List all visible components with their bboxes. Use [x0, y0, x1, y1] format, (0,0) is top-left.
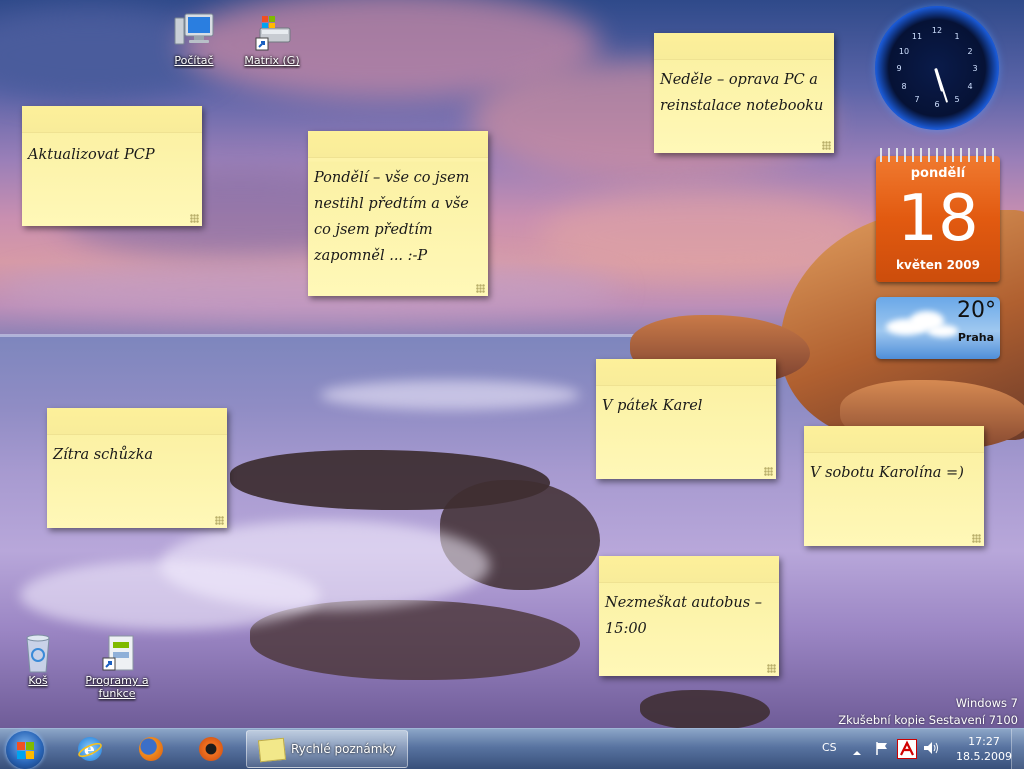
- desktop-icon-label: Programy a funkce: [85, 674, 149, 700]
- clock-number: 3: [972, 64, 978, 73]
- clock-date: 18.5.2009: [956, 750, 1012, 763]
- clock-number: 11: [911, 32, 923, 41]
- note-text[interactable]: Neděle – oprava PC a reinstalace noteboo…: [660, 67, 826, 119]
- windows-watermark: Windows 7 Zkušební kopie Sestavení 7100: [838, 695, 1018, 728]
- taskbar-task-sticky-notes[interactable]: Rychlé poznámky: [246, 730, 408, 768]
- note-text[interactable]: V pátek Karel: [602, 393, 768, 419]
- resize-grip-icon[interactable]: [215, 516, 224, 525]
- programs-features-icon: [95, 632, 139, 672]
- foam: [20, 560, 320, 630]
- desktop: Počítač Matrix (G) Koš Programy a funkce…: [0, 0, 1024, 728]
- calendar-day-name: pondělí: [910, 166, 966, 181]
- recycle-bin-icon: [16, 632, 60, 673]
- sticky-note[interactable]: V pátek Karel: [596, 359, 776, 479]
- clock-number: 6: [934, 100, 940, 109]
- action-center-flag-icon[interactable]: [874, 740, 890, 756]
- note-title-bar[interactable]: [47, 408, 227, 435]
- clock-number: 12: [931, 26, 943, 35]
- desktop-icon-programs[interactable]: Programy a funkce: [82, 632, 152, 700]
- note-title-bar[interactable]: [804, 426, 984, 453]
- resize-grip-icon[interactable]: [767, 664, 776, 673]
- desktop-icon-computer[interactable]: Počítač: [159, 12, 229, 67]
- windows-logo-icon: [17, 742, 25, 750]
- windows-logo-icon: [26, 742, 34, 750]
- taskbar-reason[interactable]: [186, 731, 236, 767]
- sticky-note[interactable]: V sobotu Karolína =): [804, 426, 984, 546]
- clock-number: 5: [954, 95, 960, 104]
- clock-time: 17:27: [968, 735, 1000, 748]
- show-desktop-button[interactable]: [1011, 729, 1024, 769]
- weather-city: Praha: [957, 331, 994, 344]
- clock-number: 2: [967, 47, 973, 56]
- calendar-gadget[interactable]: pondělí 18 květen 2009: [876, 148, 1000, 282]
- note-title-bar[interactable]: [22, 106, 202, 133]
- note-text[interactable]: Aktualizovat PCP: [28, 142, 194, 168]
- show-hidden-icons-icon[interactable]: [852, 743, 862, 755]
- internet-explorer-icon: e: [78, 737, 102, 761]
- sticky-note[interactable]: Nezmeškat autobus – 15:00: [599, 556, 779, 676]
- windows-logo-icon: [26, 751, 34, 759]
- clock-gadget[interactable]: 12 1 2 3 4 5 6 7 8 9 10 11: [875, 6, 999, 130]
- sticky-notes-icon: [257, 737, 287, 763]
- note-title-bar[interactable]: [308, 131, 488, 158]
- firefox-icon: [139, 737, 163, 761]
- clock-number: 10: [898, 47, 910, 56]
- network-drive-icon: [250, 12, 294, 52]
- clock-number: 7: [914, 95, 920, 104]
- clock-number: 1: [954, 32, 960, 41]
- reason-icon: [199, 737, 223, 761]
- foam: [320, 380, 580, 410]
- note-title-bar[interactable]: [654, 33, 834, 60]
- computer-icon: [172, 12, 216, 52]
- resize-grip-icon[interactable]: [822, 141, 831, 150]
- sticky-note[interactable]: Neděle – oprava PC a reinstalace noteboo…: [654, 33, 834, 153]
- taskbar: e Rychlé poznámky CS 17:27 18.5.2009: [0, 728, 1024, 769]
- note-title-bar[interactable]: [596, 359, 776, 386]
- calendar-month-year: květen 2009: [896, 258, 980, 272]
- start-button[interactable]: [6, 731, 44, 769]
- windows-logo-icon: [17, 751, 25, 759]
- antivirus-icon[interactable]: [897, 739, 917, 759]
- cloud-icon: [928, 325, 958, 337]
- resize-grip-icon[interactable]: [764, 467, 773, 476]
- sticky-note[interactable]: Pondělí – vše co jsem nestihl předtím a …: [308, 131, 488, 296]
- desktop-icon-label: Matrix (G): [244, 54, 300, 67]
- watermark-line: Zkušební kopie Sestavení 7100: [838, 713, 1018, 727]
- clock-minute-hand: [935, 68, 949, 103]
- desktop-icon-label: Počítač: [174, 54, 214, 67]
- calendar-date: 18: [897, 182, 979, 256]
- clock-number: 8: [901, 82, 907, 91]
- language-indicator[interactable]: CS: [822, 741, 837, 754]
- weather-gadget[interactable]: 20° Praha: [876, 297, 1000, 359]
- sticky-note[interactable]: Zítra schůzka: [47, 408, 227, 528]
- note-text[interactable]: Nezmeškat autobus – 15:00: [605, 590, 771, 642]
- resize-grip-icon[interactable]: [972, 534, 981, 543]
- system-clock[interactable]: 17:27 18.5.2009: [952, 734, 1016, 764]
- watermark-line: Windows 7: [955, 696, 1018, 710]
- resize-grip-icon[interactable]: [476, 284, 485, 293]
- note-title-bar[interactable]: [599, 556, 779, 583]
- calendar-rings: [876, 148, 1000, 162]
- svg-text:e: e: [84, 740, 95, 760]
- sticky-note[interactable]: Aktualizovat PCP: [22, 106, 202, 226]
- resize-grip-icon[interactable]: [190, 214, 199, 223]
- clock-number: 4: [967, 82, 973, 91]
- task-label: Rychlé poznámky: [291, 742, 397, 756]
- taskbar-internet-explorer[interactable]: e: [65, 731, 115, 767]
- note-text[interactable]: Zítra schůzka: [53, 442, 219, 468]
- weather-temperature: 20°: [957, 298, 996, 323]
- note-text[interactable]: Pondělí – vše co jsem nestihl předtím a …: [314, 165, 480, 269]
- desktop-icon-matrix-drive[interactable]: Matrix (G): [237, 12, 307, 67]
- volume-icon[interactable]: [922, 740, 940, 756]
- note-text[interactable]: V sobotu Karolína =): [810, 460, 976, 486]
- taskbar-firefox[interactable]: [126, 731, 176, 767]
- desktop-icon-recycle-bin[interactable]: Koš: [3, 632, 73, 687]
- clock-number: 9: [896, 64, 902, 73]
